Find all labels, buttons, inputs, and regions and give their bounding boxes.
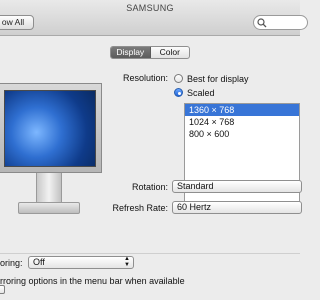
tab-control: Display Color — [110, 46, 190, 59]
show-mirroring-checkbox[interactable] — [0, 285, 5, 294]
refresh-rate-label: Refresh Rate: — [112, 203, 168, 213]
radio-best-for-display[interactable]: Best for display — [174, 73, 249, 84]
radio-label-scaled: Scaled — [187, 87, 215, 98]
mirroring-select[interactable]: Off ▲ ▼ — [28, 256, 134, 269]
updown-arrows-icon: ▲ ▼ — [124, 256, 130, 268]
resolution-item[interactable]: 1360 × 768 — [185, 104, 299, 116]
refresh-rate-select[interactable]: 60 Hertz — [172, 201, 302, 214]
rotation-label: Rotation: — [131, 182, 168, 192]
window-titlebar: SAMSUNG ow All — [0, 0, 308, 36]
section-divider — [0, 253, 300, 254]
resolution-label: Resolution: — [122, 73, 168, 83]
radio-label-best: Best for display — [187, 73, 249, 84]
monitor-screen — [4, 90, 96, 167]
rotation-select[interactable]: Standard — [172, 180, 302, 193]
refresh-rate-value: 60 Hertz — [177, 202, 212, 212]
resolution-item[interactable]: 800 × 600 — [185, 128, 299, 140]
show-all-button[interactable]: ow All — [0, 15, 34, 30]
monitor-base — [18, 202, 80, 214]
mirroring-value: Off — [33, 257, 45, 267]
mirroring-label: oring: — [0, 258, 23, 268]
resolution-item[interactable]: 1024 × 768 — [185, 116, 299, 128]
radio-scaled[interactable]: Scaled — [174, 87, 215, 98]
rotation-value: Standard — [177, 181, 214, 191]
radio-button[interactable] — [174, 74, 183, 83]
display-illustration — [0, 83, 102, 217]
tab-color[interactable]: Color — [151, 47, 190, 58]
search-icon — [257, 18, 267, 28]
monitor-stand — [36, 173, 62, 205]
preferences-content: Display Color Resolution: Best for displ… — [0, 37, 302, 300]
radio-button-selected[interactable] — [174, 88, 183, 97]
window-title: SAMSUNG — [126, 3, 174, 13]
monitor-frame — [0, 83, 102, 173]
tab-display[interactable]: Display — [111, 47, 151, 58]
mirroring-menu-bar-label: rroring options in the menu bar when ava… — [0, 276, 185, 286]
search-input[interactable] — [253, 15, 308, 30]
